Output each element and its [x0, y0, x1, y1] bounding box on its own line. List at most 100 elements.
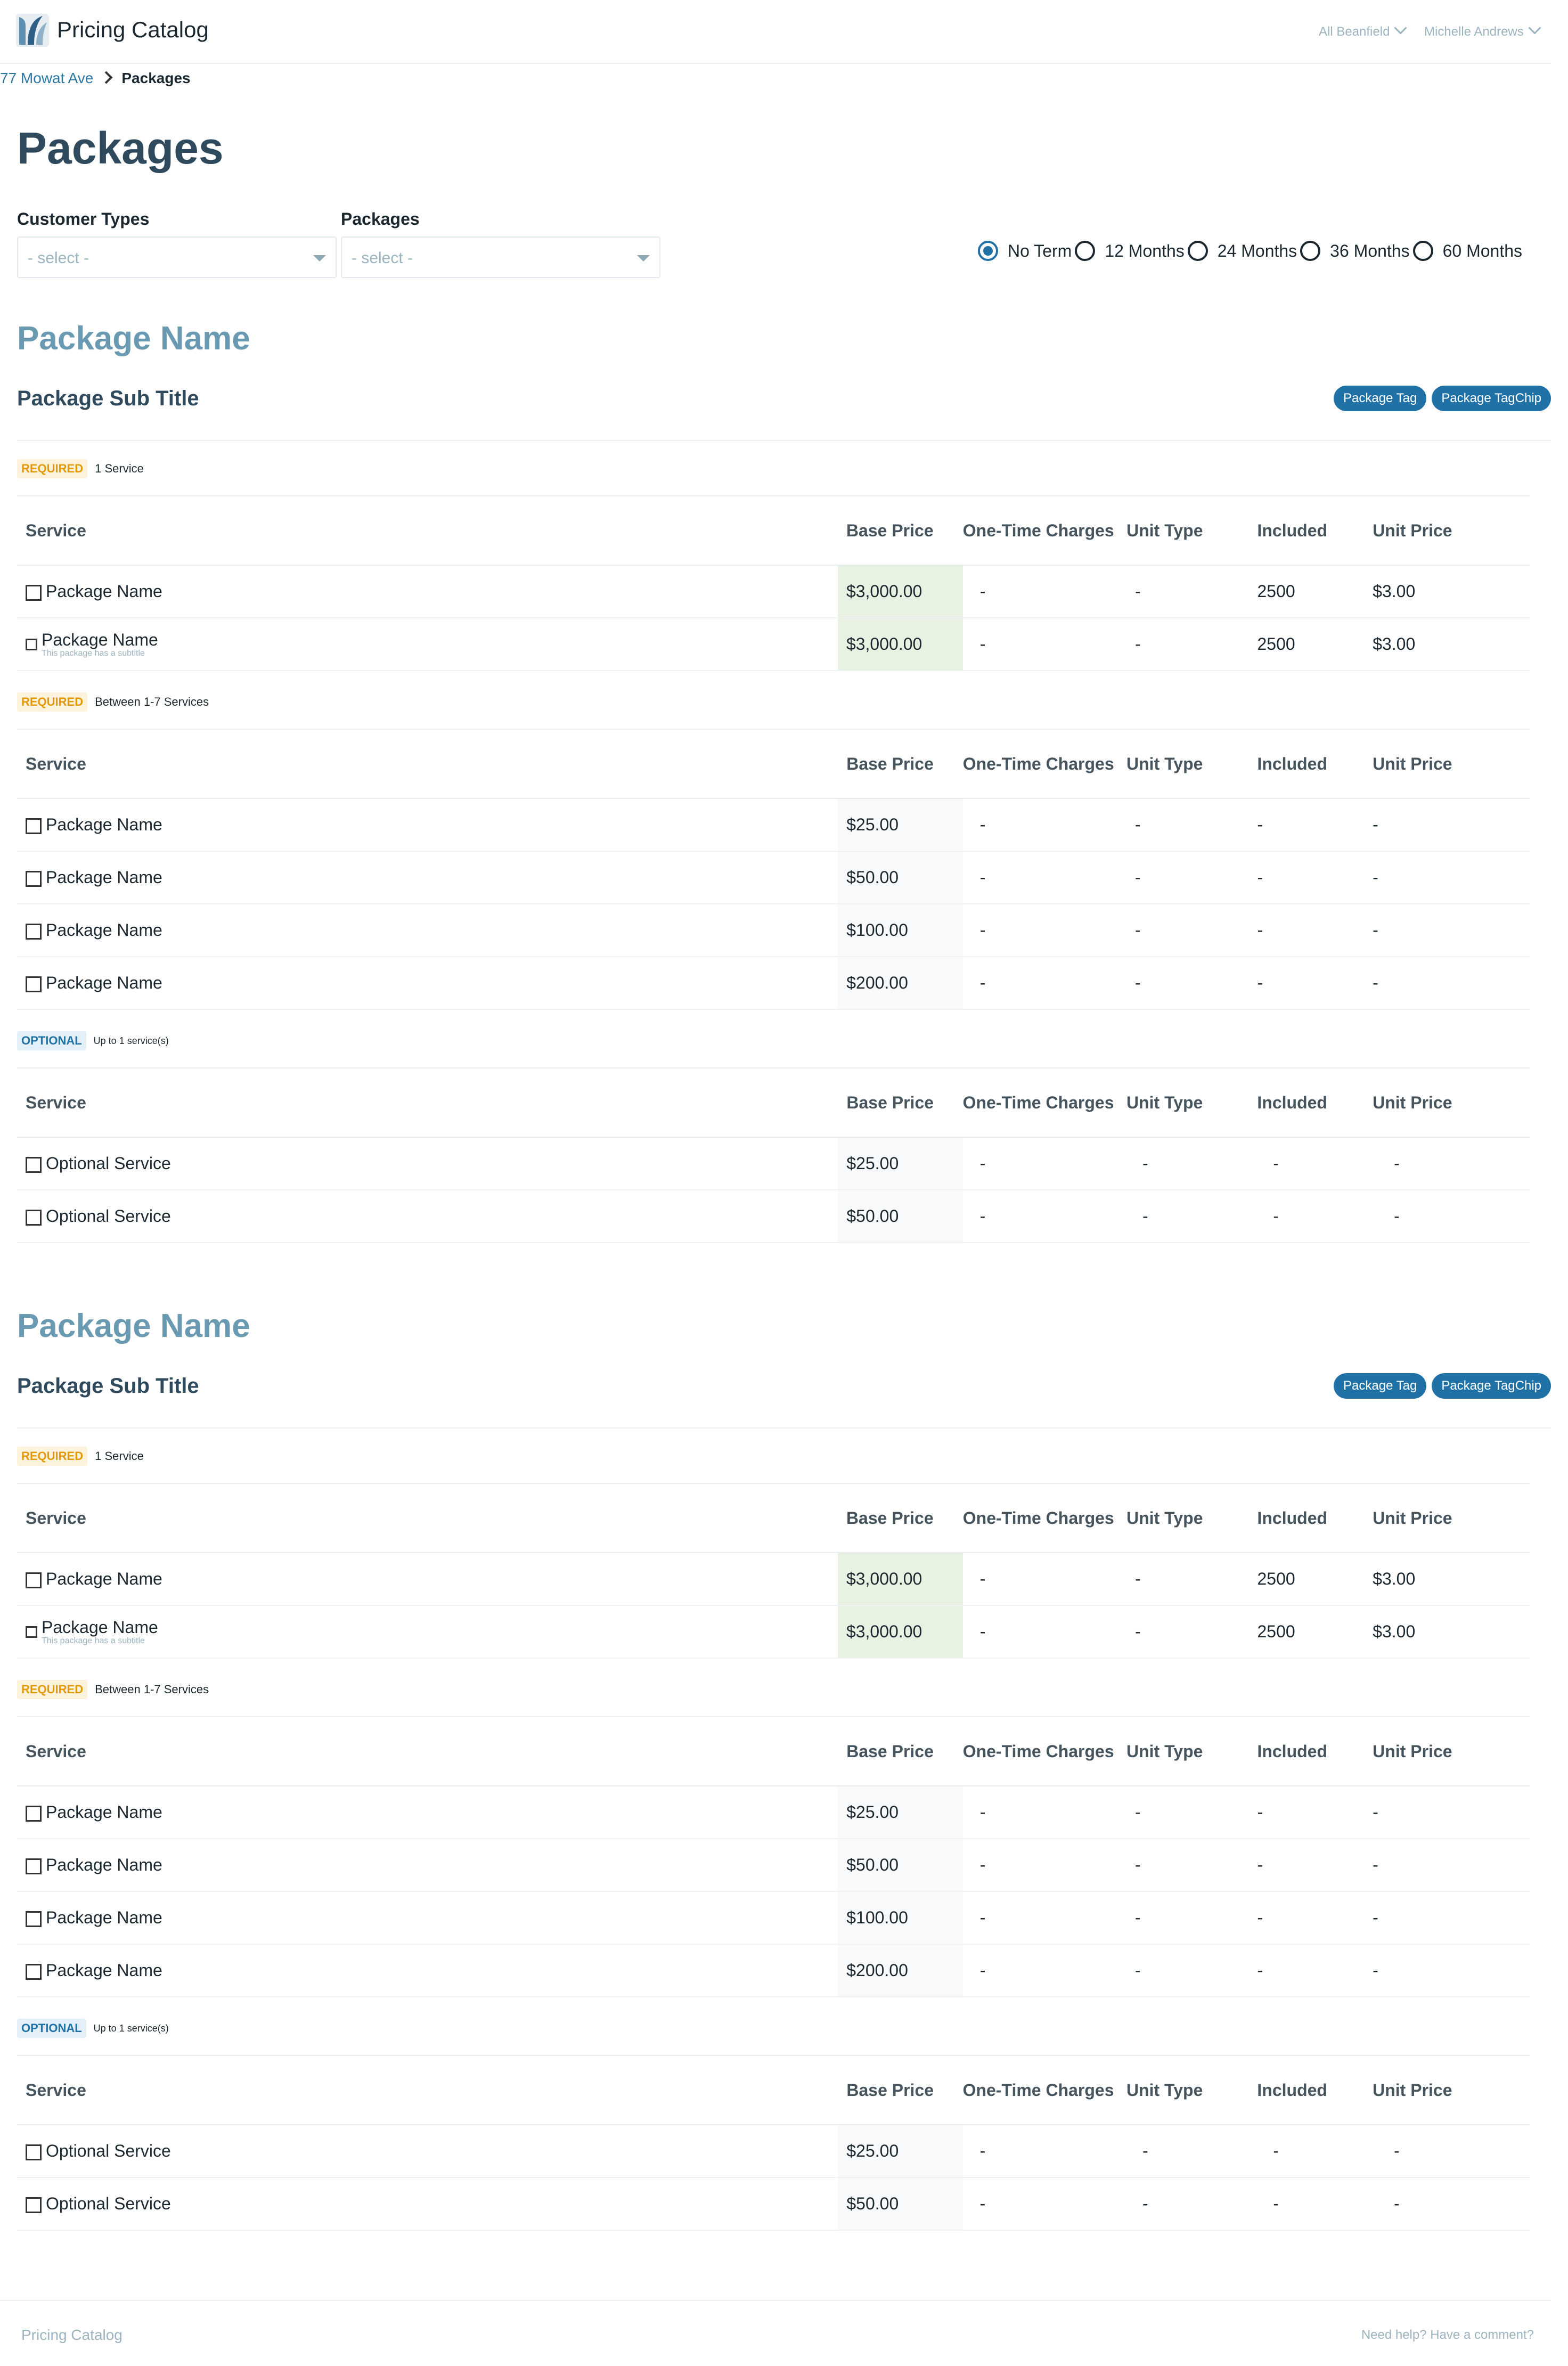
included-cell: -: [1257, 2177, 1373, 2231]
customer-types-placeholder: - select -: [28, 249, 89, 267]
table-header-row: Service Base Price One-Time Charges Unit Ty…: [17, 495, 1530, 566]
unit-price-cell: -: [1373, 1786, 1530, 1839]
service-cell: Package Name: [17, 904, 838, 957]
package-section: Package Name Package Sub Title Package Tag…: [0, 1307, 1568, 2239]
status-badge: REQUIRED: [17, 692, 88, 712]
checkbox[interactable]: [26, 1626, 37, 1638]
included-cell: -: [1257, 1786, 1373, 1839]
user-menu-label: Michelle Andrews: [1424, 25, 1524, 39]
base-price-cell: $3,000.00: [837, 618, 963, 671]
service-group-header: REQUIRED 1 Service: [17, 1447, 144, 1466]
package-tag-chip[interactable]: Package TagChip: [1432, 1373, 1551, 1399]
included-cell: -: [1257, 2125, 1373, 2178]
checkbox[interactable]: [26, 1858, 42, 1874]
one-time-charges-cell: -: [962, 618, 1127, 671]
base-price-cell: $25.00: [838, 2125, 963, 2178]
column-header: Base Price: [838, 2055, 963, 2125]
radio-icon[interactable]: [1075, 241, 1096, 261]
checkbox[interactable]: [26, 1209, 42, 1226]
unit-type-cell: -: [1126, 1944, 1257, 1997]
radio-icon[interactable]: [1187, 241, 1208, 261]
breadcrumb-parent-link[interactable]: 77 Mowat Ave: [0, 70, 93, 86]
package-tag-chip[interactable]: Package Tag: [1333, 1373, 1427, 1399]
base-price-cell: $25.00: [838, 1786, 963, 1839]
column-header: One-Time Charges: [962, 729, 1127, 799]
column-header: Base Price: [837, 1483, 963, 1553]
unit-type-cell: -: [1126, 851, 1257, 904]
column-header: Unit Price: [1373, 729, 1530, 799]
checkbox[interactable]: [26, 1805, 42, 1822]
table-header-row: Service Base Price One-Time Charges Unit Ty…: [17, 1067, 1530, 1138]
checkbox[interactable]: [26, 1572, 42, 1588]
packages-select[interactable]: - select -: [341, 236, 660, 278]
one-time-charges-cell: -: [962, 1190, 1126, 1243]
checkbox[interactable]: [26, 1156, 42, 1173]
column-header: One-Time Charges: [962, 2055, 1126, 2125]
included-cell: -: [1257, 1839, 1373, 1892]
services-table: Service Base Price One-Time Charges Unit Ty…: [17, 729, 1530, 1010]
term-option-36-months[interactable]: 36 Months: [1300, 241, 1412, 261]
divider: [17, 440, 1551, 441]
radio-selected-icon[interactable]: [978, 241, 998, 261]
unit-price-cell: -: [1373, 1137, 1530, 1190]
base-price-cell: $3,000.00: [837, 1605, 963, 1659]
service-cell: Optional Service: [17, 2125, 838, 2178]
checkbox[interactable]: [26, 1963, 42, 1980]
customer-types-select[interactable]: - select -: [17, 236, 337, 278]
column-header: Service: [17, 1483, 838, 1553]
package-tag-chip[interactable]: Package Tag: [1333, 386, 1427, 411]
one-time-charges-cell: -: [962, 1553, 1127, 1606]
breadcrumb-current: Packages: [121, 70, 191, 86]
column-header: Included: [1257, 729, 1373, 799]
package-tag-chip[interactable]: Package TagChip: [1432, 386, 1551, 411]
one-time-charges-cell: -: [962, 1786, 1127, 1839]
help-link[interactable]: Need help? Have a comment?: [1361, 2328, 1534, 2343]
app-title[interactable]: Pricing Catalog: [57, 17, 209, 43]
checkbox[interactable]: [26, 2144, 42, 2160]
service-cell: Package Name: [17, 1944, 838, 1997]
included-cell: -: [1257, 904, 1373, 957]
service-name: Optional Service: [46, 1206, 171, 1226]
included-cell: -: [1257, 1190, 1373, 1243]
table-row: Package Name $50.00- - - -: [17, 851, 1530, 904]
term-option-label: 36 Months: [1330, 241, 1410, 260]
column-header: Unit Type: [1126, 1067, 1257, 1138]
term-option-no-term[interactable]: No Term: [978, 241, 1075, 261]
radio-icon[interactable]: [1412, 241, 1433, 261]
checkbox[interactable]: [26, 584, 42, 601]
term-option-label: No Term: [1008, 241, 1072, 260]
table-row: Package Name $50.00- - - -: [17, 1839, 1530, 1892]
term-option-24-months[interactable]: 24 Months: [1187, 241, 1300, 261]
checkbox[interactable]: [26, 1911, 42, 1927]
column-header: One-Time Charges: [962, 1067, 1126, 1138]
service-name-block: Package Name This package has a subtitle: [42, 631, 158, 658]
table-row: Optional Service $50.00- - - -: [17, 1190, 1530, 1243]
checkbox[interactable]: [26, 976, 42, 992]
group-rule-note: Up to 1 service(s): [93, 1035, 169, 1046]
checkbox[interactable]: [26, 818, 42, 834]
package-subtitle: Package Sub Title: [17, 1374, 199, 1398]
checkbox[interactable]: [26, 870, 42, 887]
checkbox[interactable]: [26, 638, 37, 650]
table-row: Package Name $25.00- - - -: [17, 1786, 1530, 1839]
service-name: Package Name: [46, 815, 162, 834]
term-option-60-months[interactable]: 60 Months: [1412, 241, 1525, 261]
radio-icon[interactable]: [1300, 241, 1321, 261]
checkbox[interactable]: [26, 2197, 42, 2213]
unit-type-cell: -: [1126, 1891, 1257, 1945]
column-header: One-Time Charges: [962, 1483, 1127, 1553]
service-name: Package Name: [46, 582, 162, 601]
service-cell: Optional Service: [17, 1190, 838, 1243]
package-title: Package Name: [17, 1308, 250, 1344]
package-subtitle: Package Sub Title: [17, 387, 199, 410]
term-option-12-months[interactable]: 12 Months: [1075, 241, 1187, 261]
user-menu[interactable]: Michelle Andrews: [1424, 21, 1541, 39]
one-time-charges-cell: -: [962, 851, 1127, 904]
checkbox[interactable]: [26, 923, 42, 940]
location-selector-label: All Beanfield: [1319, 25, 1390, 39]
service-group-header: REQUIRED 1 Service: [17, 459, 144, 478]
column-header: Unit Type: [1126, 2055, 1257, 2125]
location-selector[interactable]: All Beanfield: [1319, 21, 1407, 39]
package-tags: Package Tag Package TagChip: [1333, 386, 1551, 411]
term-option-label: 12 Months: [1105, 241, 1185, 260]
